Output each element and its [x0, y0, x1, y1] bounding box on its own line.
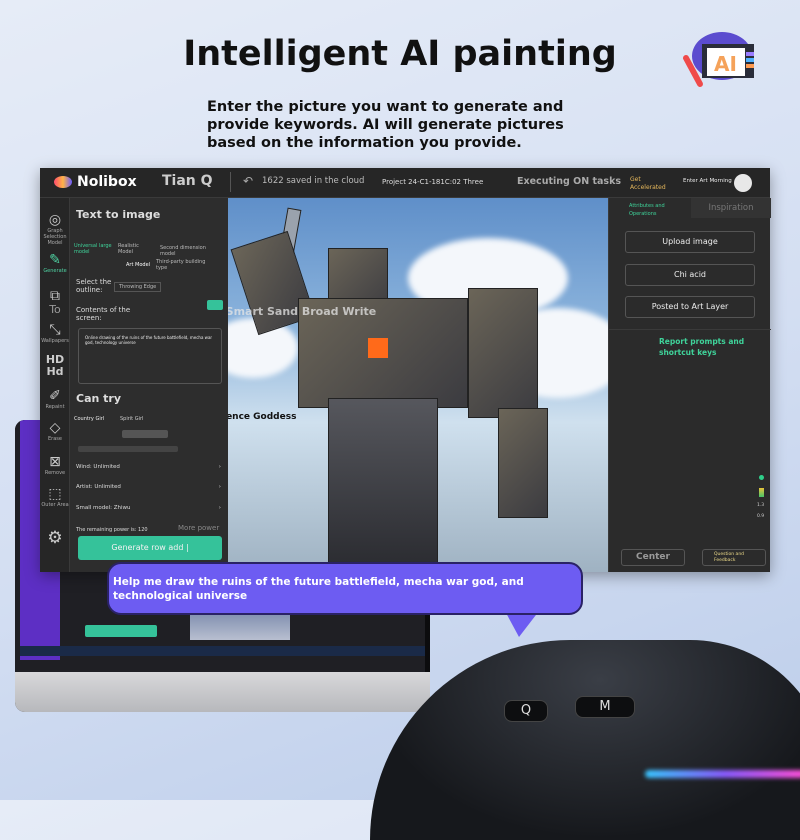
- rail-label: Graph Selection Model: [43, 228, 67, 246]
- suggestion-chip-blurred[interactable]: [78, 446, 178, 452]
- executing-tasks[interactable]: Executing ON tasks: [517, 176, 621, 187]
- rail-label: Wallpapers: [41, 338, 69, 344]
- gaming-mouse: Q M: [370, 640, 800, 840]
- model-option-universal[interactable]: Universal large model: [74, 243, 114, 255]
- mouse-button-voice: Q: [504, 700, 548, 722]
- to-icon: ⧉: [50, 288, 60, 304]
- prompt-speech-bubble: Help me draw the ruins of the future bat…: [107, 562, 583, 615]
- panel-title: Text to image: [76, 208, 161, 221]
- model-option-art[interactable]: Art Model: [126, 262, 150, 268]
- avatar[interactable]: [734, 174, 752, 192]
- suggestion-chip[interactable]: Country Girl: [74, 416, 104, 422]
- rail-label: Remove: [44, 470, 66, 476]
- eraser-icon: ◇: [49, 420, 61, 436]
- mouse-button-menu: M: [575, 696, 635, 718]
- settings-icon[interactable]: ⚙: [40, 528, 70, 548]
- status-dot: [759, 475, 764, 480]
- chi-acid-button[interactable]: Chi acid: [625, 264, 755, 286]
- battery-icon: [759, 488, 764, 497]
- ai-painting-logo: AI: [683, 32, 754, 87]
- chevron-right-icon: ›: [218, 505, 221, 511]
- brush-icon: ✐: [49, 388, 61, 404]
- rail-item-generate[interactable]: ✎ Generate: [40, 252, 70, 274]
- overlay-tip: Tips River Smart Sand Broad Write: [228, 305, 377, 318]
- can-try-heading: Can try: [76, 392, 122, 405]
- post-to-art-layer-button[interactable]: Posted to Art Layer: [625, 296, 755, 318]
- rail-label: Generate: [43, 268, 67, 274]
- svg-text:AI: AI: [714, 52, 737, 76]
- more-power-link[interactable]: More power: [178, 524, 219, 532]
- rail-label: Outer Area: [41, 502, 69, 508]
- hd-icon: HD Hd: [45, 353, 65, 378]
- rail-item-hd[interactable]: HD Hd: [40, 354, 70, 378]
- user-title: Tian Q: [162, 173, 213, 189]
- tab-attributes[interactable]: Attributes and Operations: [629, 202, 689, 218]
- suggestion-goddess[interactable]: Light and Science Goddess: [228, 412, 296, 422]
- subheadline: Enter the picture you want to generate a…: [207, 99, 564, 151]
- app-window: Nolibox Tian Q ↶ 1622 saved in the cloud…: [40, 168, 771, 572]
- wallpaper-icon: ⤡: [49, 322, 61, 338]
- model-icon: ◎: [48, 212, 62, 228]
- text-to-image-panel: Text to image Universal large model Real…: [70, 198, 228, 572]
- undo-icon[interactable]: ↶: [243, 174, 253, 188]
- greeting: Enter Art Morning: [683, 178, 732, 184]
- cloud-save-status: 1622 saved in the cloud: [262, 176, 365, 186]
- rail-item-to[interactable]: ⧉ To: [40, 288, 70, 316]
- right-panel: Attributes and Operations Inspiration Up…: [608, 198, 771, 572]
- get-accelerated-button[interactable]: Get Accelerated: [630, 176, 672, 192]
- model-option-second-dimension[interactable]: Second dimension model: [160, 245, 210, 257]
- upload-image-button[interactable]: Upload image: [625, 231, 755, 253]
- option-label: Small model: Zhiwu: [76, 505, 131, 511]
- divider: [609, 329, 771, 330]
- nolibox-logo-icon: [54, 176, 72, 188]
- brand-logo[interactable]: Nolibox: [54, 174, 137, 190]
- option-label: Wind: Unlimited: [76, 464, 120, 470]
- feedback-button[interactable]: Question and Feedback: [702, 549, 766, 566]
- rgb-light-strip: [645, 770, 800, 778]
- report-prompts-link[interactable]: Report prompts and shortcut keys: [659, 336, 759, 358]
- option-label: Artist: Unlimited: [76, 484, 121, 490]
- tool-rail: ◎ Graph Selection Model ✎ Generate ⧉ To ⤡ Wa…: [40, 198, 70, 572]
- outer-area-icon: ⬚: [48, 486, 62, 502]
- contents-label: Contents of the screen:: [76, 306, 131, 322]
- top-bar: Nolibox Tian Q ↶ 1622 saved in the cloud…: [40, 168, 770, 198]
- rail-item-repaint[interactable]: ✐ Repaint: [40, 388, 70, 410]
- outline-label: Select the outline:: [76, 278, 112, 294]
- generated-image: Tips River Smart Sand Broad Write Light …: [228, 198, 608, 572]
- remove-icon: ⊠: [49, 454, 61, 470]
- rail-item-wallpapers[interactable]: ⤡ Wallpapers: [40, 322, 70, 344]
- rail-item-remove[interactable]: ⊠ Remove: [40, 454, 70, 476]
- stat-value: 0.9: [757, 514, 765, 519]
- remaining-power: The remaining power is: 120: [76, 527, 148, 533]
- option-small-model[interactable]: Small model: Zhiwu ›: [76, 505, 221, 511]
- rail-item-erase[interactable]: ◇ Erase: [40, 420, 70, 442]
- option-wind[interactable]: Wind: Unlimited ›: [76, 464, 221, 470]
- chevron-right-icon: ›: [218, 464, 221, 470]
- toggle[interactable]: [207, 300, 223, 310]
- divider: [230, 172, 231, 192]
- rail-label: Repaint: [45, 404, 65, 410]
- project-name: Project 24-C1-181C:02 Three: [382, 178, 484, 186]
- rail-label: Erase: [48, 436, 62, 442]
- stat-value: 1.3: [757, 503, 765, 508]
- model-option-third-party[interactable]: Third-party building type: [156, 259, 216, 271]
- center-button[interactable]: Center: [621, 549, 685, 566]
- tab-inspiration[interactable]: Inspiration: [691, 198, 771, 218]
- chevron-right-icon: ›: [218, 484, 221, 490]
- option-artist[interactable]: Artist: Unlimited ›: [76, 484, 221, 490]
- generate-icon: ✎: [49, 252, 61, 268]
- suggestion-chip-blurred[interactable]: [122, 430, 168, 438]
- rail-item-model[interactable]: ◎ Graph Selection Model: [40, 212, 70, 246]
- rail-item-outer-area[interactable]: ⬚ Outer Area: [40, 486, 70, 508]
- brand-name: Nolibox: [77, 174, 137, 190]
- outline-select[interactable]: Throwing Edge: [114, 282, 162, 292]
- generate-button[interactable]: Generate row add |: [78, 536, 222, 560]
- taskbar: [20, 646, 425, 656]
- model-option-realistic[interactable]: Realistic Model: [118, 243, 148, 255]
- rail-label: To: [49, 303, 61, 316]
- prompt-textarea[interactable]: Online drawing of the ruins of the futur…: [78, 328, 222, 384]
- suggestion-chip[interactable]: Spirit Girl: [120, 416, 143, 422]
